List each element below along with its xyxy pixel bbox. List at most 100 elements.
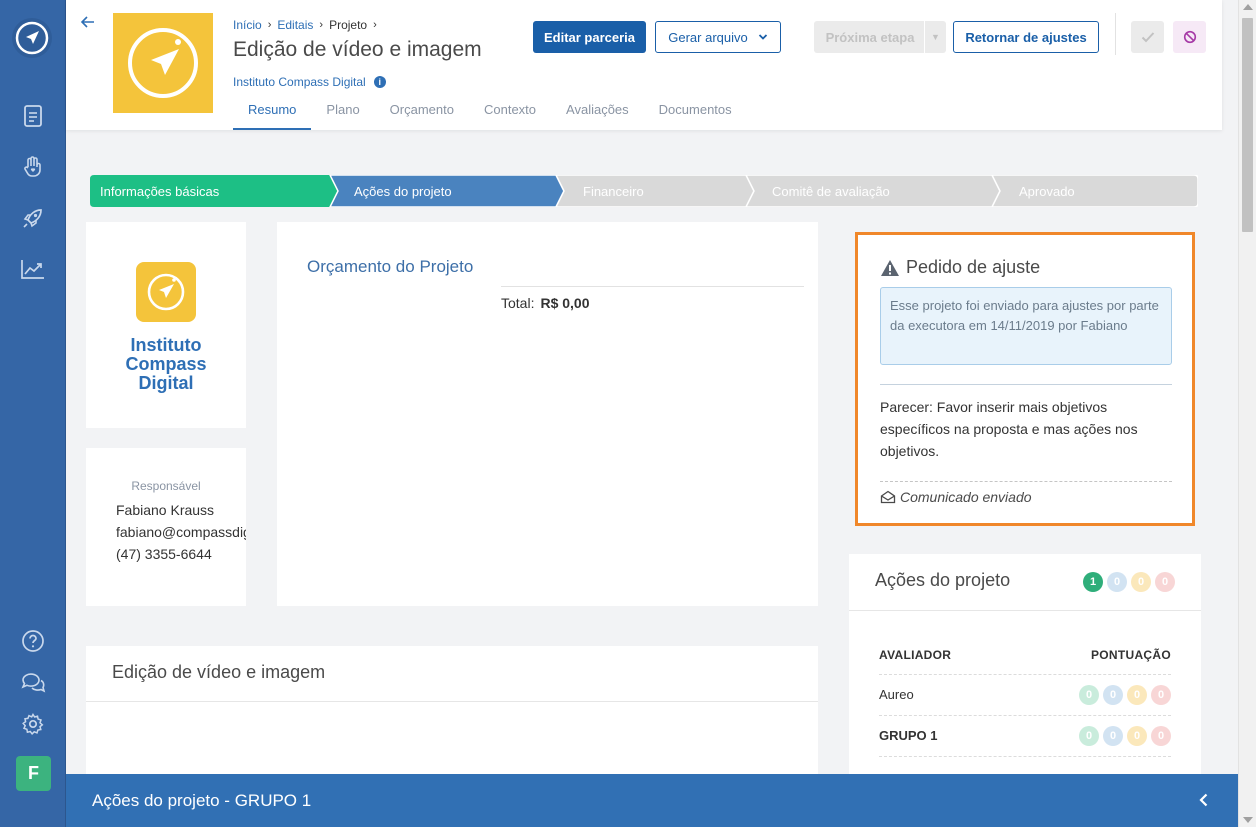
info-icon[interactable]: i — [373, 76, 386, 88]
step-financeiro[interactable]: Financeiro — [583, 175, 644, 207]
divider — [1115, 13, 1116, 55]
scrollbar[interactable] — [1238, 0, 1256, 827]
budget-total: Total: R$ 0,00 — [501, 295, 590, 311]
actions-title: Ações do projeto — [875, 570, 1011, 590]
compass-logo-icon[interactable] — [12, 18, 52, 58]
description-title: Edição de vídeo e imagem — [112, 662, 326, 682]
next-step-label: Próxima etapa — [825, 29, 915, 45]
tab-orcamento[interactable]: Orçamento — [375, 96, 469, 130]
responsible-card: Responsável Fabiano Krauss fabiano@compa… — [86, 448, 246, 606]
adjustment-title: Pedido de ajuste — [906, 257, 1041, 277]
organization-name-line: Digital — [138, 373, 194, 393]
edit-partnership-button[interactable]: Editar parceria — [533, 21, 646, 53]
group-name: GRUPO 1 — [879, 728, 938, 743]
divider — [880, 384, 1172, 385]
generate-file-button[interactable]: Gerar arquivo — [655, 21, 781, 53]
gear-icon[interactable] — [18, 709, 48, 739]
sidebar: F — [0, 0, 66, 827]
table-row[interactable]: Aureo 0 0 0 0 — [879, 674, 1171, 714]
breadcrumb-inicio[interactable]: Início — [233, 18, 262, 32]
project-tabs: Resumo Plano Orçamento Contexto Avaliaçõ… — [233, 96, 747, 130]
badge-red: 0 — [1151, 725, 1171, 746]
caret-down-icon: ▼ — [924, 21, 946, 53]
organization-name-block: Instituto Compass Digital — [125, 336, 206, 393]
divider — [501, 286, 804, 287]
budget-total-label: Total: — [501, 295, 535, 311]
project-actions-card: Ações do projeto 1 0 0 0 AVALIADOR PONTU… — [849, 554, 1201, 786]
help-icon[interactable] — [18, 626, 48, 656]
hand-heart-icon[interactable] — [18, 152, 48, 182]
column-score: PONTUAÇÃO — [1090, 648, 1171, 662]
tab-documentos[interactable]: Documentos — [644, 96, 747, 130]
organization-link[interactable]: Instituto Compass Digital i — [233, 75, 386, 89]
step-acoes-do-projeto[interactable]: Ações do projeto — [354, 175, 452, 207]
back-arrow-icon[interactable] — [80, 14, 96, 30]
scroll-down-arrow-icon[interactable] — [1243, 817, 1253, 823]
document-icon[interactable] — [18, 101, 48, 131]
badge-red: 0 — [1155, 572, 1175, 592]
badge-blue: 0 — [1103, 725, 1123, 746]
approve-button — [1131, 21, 1164, 53]
tab-avaliacoes[interactable]: Avaliações — [551, 96, 644, 130]
column-evaluator: AVALIADOR — [879, 648, 952, 662]
budget-title: Orçamento do Projeto — [307, 257, 474, 276]
rocket-icon[interactable] — [18, 203, 48, 233]
badge-blue: 0 — [1107, 572, 1127, 592]
chevron-right-icon: › — [319, 19, 324, 31]
check-icon — [1141, 32, 1154, 43]
step-comite-avaliacao[interactable]: Comitê de avaliação — [772, 175, 890, 207]
warning-icon — [881, 259, 899, 276]
communication-sent-label: Comunicado enviado — [900, 489, 1032, 505]
evaluator-name: Aureo — [879, 687, 914, 702]
return-from-adjustments-button[interactable]: Retornar de ajustes — [953, 21, 1099, 53]
bottom-panel-bar[interactable]: Ações do projeto - GRUPO 1 — [66, 774, 1238, 827]
badge-yellow: 0 — [1131, 572, 1151, 592]
badge-blue: 0 — [1103, 684, 1123, 705]
description-card: Edição de vídeo e imagem — [86, 646, 818, 786]
responsible-phone: (47) 3355-6644 — [116, 546, 212, 562]
cancel-button[interactable] — [1173, 21, 1206, 53]
badge-green: 0 — [1079, 725, 1099, 746]
responsible-label: Responsável — [131, 479, 201, 493]
scroll-up-arrow-icon[interactable] — [1243, 4, 1253, 10]
adjustment-info-box: Esse projeto foi enviado para ajustes po… — [880, 287, 1172, 365]
organization-name[interactable]: Instituto Compass Digital — [233, 75, 366, 89]
chart-icon[interactable] — [18, 254, 48, 284]
scroll-thumb[interactable] — [1242, 18, 1253, 232]
badge-yellow: 0 — [1127, 725, 1147, 746]
responsible-email: fabiano@compassdigital. — [116, 524, 246, 540]
organization-name-line: Instituto — [130, 335, 202, 355]
step-informacoes-basicas[interactable]: Informações básicas — [100, 175, 219, 207]
tab-resumo[interactable]: Resumo — [233, 96, 312, 130]
divider — [880, 481, 1172, 482]
bottom-panel-title: Ações do projeto - GRUPO 1 — [92, 791, 312, 810]
actions-summary-badges: 1 0 0 0 — [1083, 572, 1175, 592]
table-row[interactable]: GRUPO 1 0 0 0 0 — [879, 715, 1171, 755]
tab-plano[interactable]: Plano — [311, 96, 374, 130]
page-title: Edição de vídeo e imagem — [233, 38, 482, 61]
actions-table-header: AVALIADOR PONTUAÇÃO — [879, 648, 1171, 662]
score-badges: 0 0 0 0 — [1079, 684, 1171, 705]
chevron-left-icon[interactable] — [1196, 792, 1212, 808]
badge-red: 0 — [1151, 684, 1171, 705]
tab-contexto[interactable]: Contexto — [469, 96, 551, 130]
budget-card: Orçamento do Projeto Total: R$ 0,00 — [277, 222, 818, 606]
step-aprovado[interactable]: Aprovado — [1019, 175, 1075, 207]
badge-green: 0 — [1079, 684, 1099, 705]
adjustment-title-row: Pedido de ajuste — [880, 257, 1040, 278]
chat-icon[interactable] — [18, 667, 48, 697]
breadcrumb: Início › Editais › Projeto › — [233, 18, 377, 32]
chevron-right-icon: › — [373, 19, 377, 31]
next-step-button: Próxima etapa ▼ — [814, 21, 946, 53]
divider — [86, 701, 818, 702]
breadcrumb-editais[interactable]: Editais — [277, 18, 313, 32]
score-badges: 0 0 0 0 — [1079, 725, 1171, 746]
envelope-open-icon — [880, 490, 896, 504]
adjustment-request-panel: Pedido de ajuste Esse projeto foi enviad… — [855, 232, 1195, 526]
badge-green: 1 — [1083, 572, 1103, 592]
avatar[interactable]: F — [16, 756, 51, 791]
responsible-name: Fabiano Krauss — [116, 502, 215, 518]
organization-logo — [136, 262, 196, 322]
breadcrumb-projeto: Projeto — [329, 18, 368, 32]
divider — [849, 610, 1201, 611]
